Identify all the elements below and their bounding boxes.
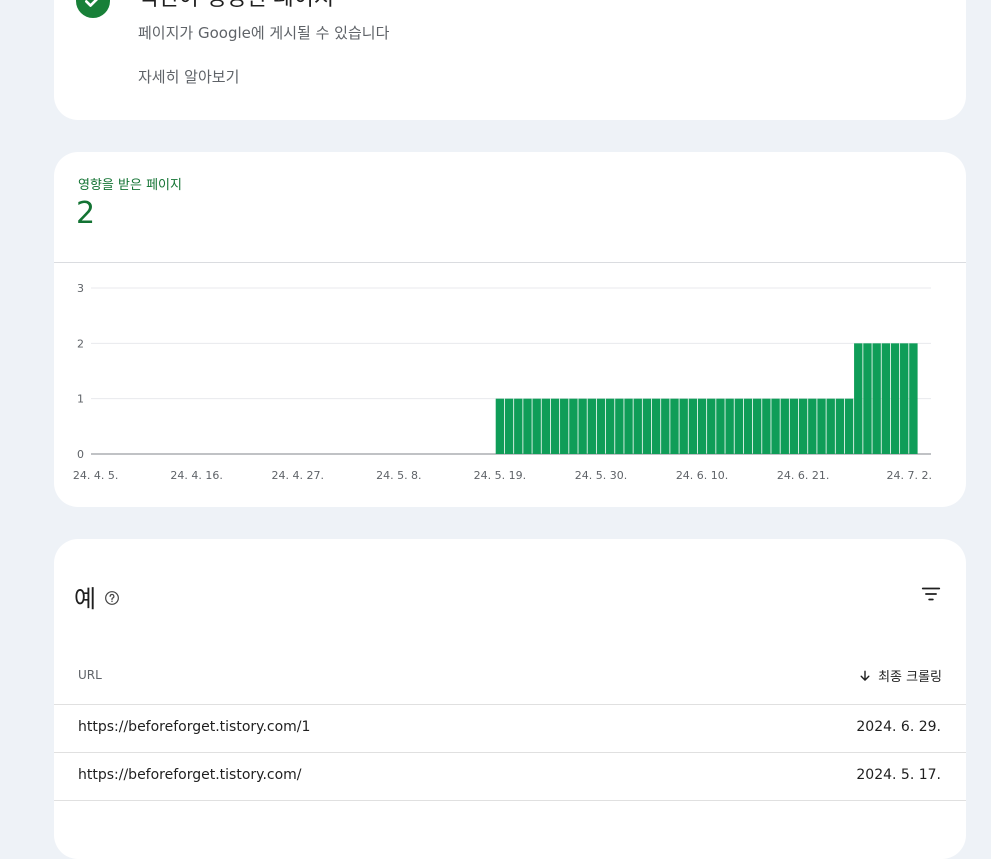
x-tick-label: 24. 6. 21. [777, 469, 829, 482]
bar [624, 398, 633, 454]
filter-icon[interactable] [920, 583, 942, 605]
bar [697, 398, 707, 454]
learn-more-link[interactable]: 자세히 알아보기 [138, 66, 239, 87]
bar [844, 398, 854, 454]
x-tick-label: 24. 5. 19. [474, 469, 526, 482]
y-tick-label: 3 [77, 282, 84, 295]
bar [596, 398, 606, 454]
x-tick-label: 24. 7. 2. [887, 469, 932, 482]
table-title: 예 [74, 585, 97, 613]
row-date: 2024. 5. 17. [856, 767, 941, 783]
bar [523, 398, 532, 454]
bar [817, 398, 826, 454]
column-header-last-crawl[interactable]: 최종 크롤링 [858, 666, 942, 685]
bar [661, 398, 670, 454]
x-tick-label: 24. 4. 16. [170, 469, 222, 482]
bar [835, 398, 845, 454]
bar [633, 398, 642, 454]
bar [881, 343, 891, 454]
bar [688, 398, 698, 454]
column-header-last-crawl-label: 최종 크롤링 [878, 670, 942, 685]
bar [670, 398, 679, 454]
status-title: 색인이 생성된 페이지 [138, 0, 334, 12]
status-subtitle: 페이지가 Google에 게시될 수 있습니다 [138, 24, 390, 42]
bar [578, 398, 587, 454]
bar [863, 343, 872, 454]
bar [854, 343, 863, 454]
y-tick-label: 0 [77, 448, 84, 461]
bar [541, 398, 551, 454]
x-tick-label: 24. 4. 5. [73, 469, 118, 482]
bar [743, 398, 753, 454]
bar [679, 398, 688, 454]
bar [890, 343, 900, 454]
table-row[interactable]: https://beforeforget.tistory.com/ 2024. … [54, 752, 966, 801]
x-tick-label: 24. 6. 10. [676, 469, 728, 482]
row-url: https://beforeforget.tistory.com/1 [78, 719, 311, 735]
table-row [54, 800, 966, 849]
bar [550, 398, 560, 454]
bar [560, 398, 569, 454]
examples-card: 예 URL 최종 크롤링 https://beforeforget.tistor… [54, 539, 966, 859]
status-card: 색인이 생성된 페이지 페이지가 Google에 게시될 수 있습니다 자세히 … [54, 0, 966, 120]
bar [826, 398, 835, 454]
arrow-down-icon [860, 670, 870, 681]
bar [532, 398, 541, 454]
bar [651, 398, 661, 454]
bar [808, 398, 817, 454]
column-header-url[interactable]: URL [78, 668, 102, 682]
bar [504, 398, 514, 454]
bar [909, 343, 918, 454]
table-row[interactable]: https://beforeforget.tistory.com/1 2024.… [54, 704, 966, 753]
y-tick-label: 1 [77, 393, 84, 406]
bar [587, 398, 596, 454]
bar [642, 398, 652, 454]
pages-bar-chart: 0 1 2 3 24. 4. 5. 24. 4. 16. 24. 4. 27. 24. 5. … [73, 282, 932, 482]
check-circle-icon [76, 0, 110, 18]
x-tick-label: 24. 5. 8. [376, 469, 421, 482]
bar [716, 398, 725, 454]
bar [605, 398, 615, 454]
bar [615, 398, 624, 454]
bar [569, 398, 578, 454]
bar [514, 398, 523, 454]
help-icon[interactable] [104, 590, 120, 606]
bar [734, 398, 744, 454]
bar [780, 398, 789, 454]
bar [725, 398, 734, 454]
x-tick-label: 24. 5. 30. [575, 469, 627, 482]
bar [872, 343, 881, 454]
bar [707, 398, 716, 454]
y-tick-label: 2 [77, 337, 84, 350]
chart-card: 영향을 받은 페이지 2 0 1 2 3 24. 4. 5. 24. 4. 16. 24. … [54, 152, 966, 507]
bar [753, 398, 762, 454]
bar [762, 398, 771, 454]
row-url: https://beforeforget.tistory.com/ [78, 767, 302, 783]
bar [900, 343, 909, 454]
x-tick-label: 24. 4. 27. [272, 469, 324, 482]
bar [495, 398, 505, 454]
bar [789, 398, 799, 454]
row-date: 2024. 6. 29. [856, 719, 941, 735]
bar [771, 398, 780, 454]
bar [798, 398, 808, 454]
